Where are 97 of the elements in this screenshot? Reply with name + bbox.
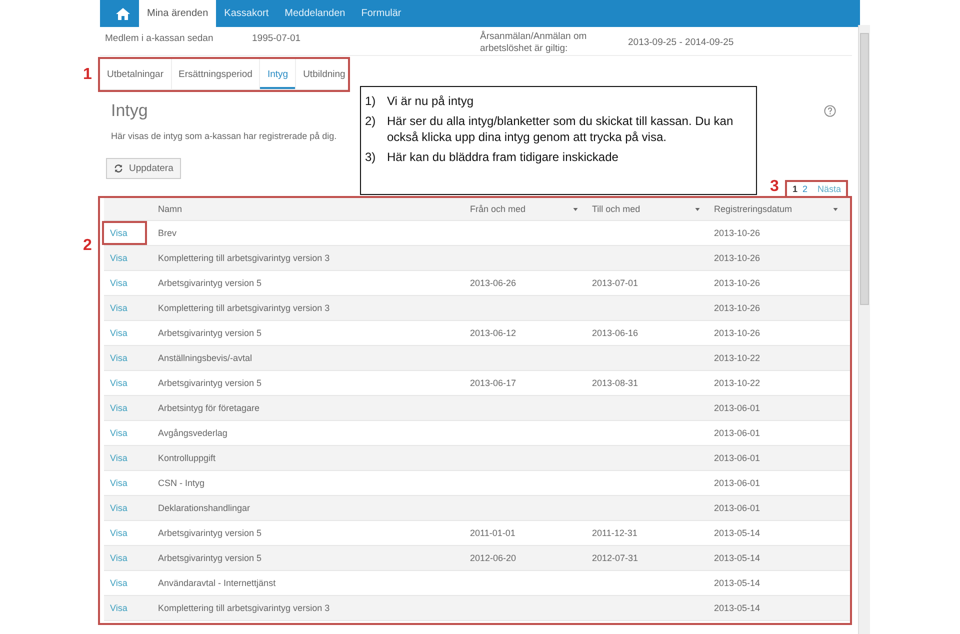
table-cell: 2013-10-26 bbox=[714, 278, 760, 288]
view-link[interactable]: Visa bbox=[104, 598, 146, 618]
scrollbar-thumb[interactable] bbox=[860, 33, 869, 305]
tab[interactable]: Utbildning bbox=[296, 59, 352, 89]
tab[interactable]: Intyg bbox=[260, 59, 296, 89]
scrollbar[interactable] bbox=[858, 25, 870, 634]
home-icon[interactable] bbox=[116, 8, 130, 20]
table-cell: 2013-10-22 bbox=[714, 353, 760, 363]
nav-tab[interactable]: Formulär bbox=[353, 0, 410, 27]
table-cell: CSN - Intyg bbox=[158, 478, 205, 488]
table-cell: Arbetsintyg för företagare bbox=[158, 403, 260, 413]
annotation-number: 1 bbox=[83, 66, 92, 84]
table-cell: 2013-06-01 bbox=[714, 428, 760, 438]
view-link[interactable]: Visa bbox=[104, 548, 146, 568]
table-cell: 2013-10-26 bbox=[714, 303, 760, 313]
table-cell: 2013-07-01 bbox=[592, 278, 638, 288]
table-cell: 2013-06-01 bbox=[714, 503, 760, 513]
info-label: Medlem i a-kassan sedan bbox=[105, 33, 214, 44]
view-link[interactable]: Visa bbox=[104, 373, 146, 393]
table-cell: 2013-05-14 bbox=[714, 553, 760, 563]
view-link[interactable]: Visa bbox=[104, 448, 146, 468]
refresh-icon bbox=[114, 164, 123, 173]
sort-caret-icon[interactable] bbox=[695, 208, 700, 210]
view-link[interactable]: Visa bbox=[104, 398, 146, 418]
annotation-number: 2 bbox=[83, 237, 92, 255]
view-link[interactable]: Visa bbox=[104, 423, 146, 443]
table-cell: Avgångsvederlag bbox=[158, 428, 228, 438]
annotation-number: 3 bbox=[770, 178, 779, 196]
tab[interactable]: Ersättningsperiod bbox=[172, 59, 260, 89]
view-link[interactable]: Visa bbox=[104, 348, 146, 368]
sort-caret-icon[interactable] bbox=[573, 208, 578, 210]
column-header[interactable]: Registreringsdatum bbox=[708, 204, 846, 214]
table-cell: Arbetsgivarintyg version 5 bbox=[158, 328, 262, 338]
view-link[interactable]: Visa bbox=[104, 223, 146, 243]
table-cell: Komplettering till arbetsgivarintyg version 3 bbox=[158, 303, 330, 313]
table-cell: 2013-06-01 bbox=[714, 403, 760, 413]
page-link[interactable]: 2 bbox=[802, 184, 808, 194]
view-link[interactable]: Visa bbox=[104, 573, 146, 593]
view-link[interactable]: Visa bbox=[104, 298, 146, 318]
info-value: 1995-07-01 bbox=[252, 33, 301, 44]
table-cell: 2013-05-14 bbox=[714, 528, 760, 538]
table-cell: 2013-10-26 bbox=[714, 328, 760, 338]
table-cell: 2012-06-20 bbox=[470, 553, 516, 563]
table-cell: 2013-06-17 bbox=[470, 378, 516, 388]
table-cell: 2013-06-12 bbox=[470, 328, 516, 338]
annotation-text: Vi är nu på intyg bbox=[387, 93, 474, 109]
table-cell: 2011-01-01 bbox=[470, 528, 516, 538]
list-number: 3) bbox=[365, 149, 377, 165]
column-header[interactable]: Från och med bbox=[464, 204, 586, 214]
tab[interactable]: Utbetalningar bbox=[100, 59, 172, 89]
annotation-text: Här ser du alla intyg/blanketter som du skickat till kassan. Du kan också klicka upp dina intyg genom att trycka på visa. bbox=[387, 113, 734, 145]
list-number: 1) bbox=[365, 93, 377, 109]
table-cell: Arbetsgivarintyg version 5 bbox=[158, 553, 262, 563]
view-link[interactable]: Visa bbox=[104, 248, 146, 268]
table-cell: 2011-12-31 bbox=[592, 528, 638, 538]
nav-tab[interactable]: Kassakort bbox=[216, 0, 277, 27]
table-cell: Användaravtal - Internettjänst bbox=[158, 578, 276, 588]
table-cell: 2013-08-31 bbox=[592, 378, 638, 388]
table-cell: 2013-06-01 bbox=[714, 478, 760, 488]
table-cell: 2013-06-26 bbox=[470, 278, 516, 288]
table-cell: 2013-05-14 bbox=[714, 578, 760, 588]
table-cell: 2013-06-01 bbox=[714, 453, 760, 463]
table-cell: 2013-06-16 bbox=[592, 328, 638, 338]
help-icon[interactable] bbox=[824, 105, 836, 117]
table-cell: 2013-10-26 bbox=[714, 253, 760, 263]
table-cell: 2013-10-22 bbox=[714, 378, 760, 388]
sort-caret-icon[interactable] bbox=[833, 208, 838, 210]
table-cell: Arbetsgivarintyg version 5 bbox=[158, 378, 262, 388]
view-link[interactable]: Visa bbox=[104, 523, 146, 543]
table-cell: Komplettering till arbetsgivarintyg version 3 bbox=[158, 603, 330, 613]
description-text: Här visas de intyg som a-kassan har registrerade på dig. bbox=[111, 131, 337, 141]
table-cell: Anställningsbevis/-avtal bbox=[158, 353, 252, 363]
table-cell: Brev bbox=[158, 228, 177, 238]
table-cell: 2013-10-26 bbox=[714, 228, 760, 238]
table-cell: Arbetsgivarintyg version 5 bbox=[158, 278, 262, 288]
view-link[interactable]: Visa bbox=[104, 323, 146, 343]
view-link[interactable]: Visa bbox=[104, 273, 146, 293]
table-cell: Kontrolluppgift bbox=[158, 453, 216, 463]
nav-tab[interactable]: Meddelanden bbox=[276, 0, 354, 27]
column-header[interactable]: Namn bbox=[152, 204, 464, 214]
annotation-text: Här kan du bläddra fram tidigare inskickade bbox=[387, 149, 618, 165]
info-label: Årsanmälan/Anmälan om arbetslöshet är giltig: bbox=[480, 31, 588, 55]
view-link[interactable]: Visa bbox=[104, 498, 146, 518]
next-page-link[interactable]: Nästa bbox=[817, 184, 841, 194]
nav-tab[interactable]: Mina ärenden bbox=[139, 0, 216, 27]
view-link[interactable]: Visa bbox=[104, 473, 146, 493]
list-number: 2) bbox=[365, 113, 377, 130]
page-heading: Intyg bbox=[111, 101, 148, 121]
table-cell: 2012-07-31 bbox=[592, 553, 638, 563]
refresh-button[interactable]: Uppdatera bbox=[106, 158, 182, 179]
table-cell: Deklarationshandlingar bbox=[158, 503, 250, 513]
info-value: 2013-09-25 - 2014-09-25 bbox=[628, 37, 734, 48]
page-link[interactable]: 1 bbox=[792, 184, 798, 194]
table-cell: 2013-05-14 bbox=[714, 603, 760, 613]
table-cell: Komplettering till arbetsgivarintyg version 3 bbox=[158, 253, 330, 263]
column-header[interactable]: Till och med bbox=[586, 204, 708, 214]
table-cell: Arbetsgivarintyg version 5 bbox=[158, 528, 262, 538]
